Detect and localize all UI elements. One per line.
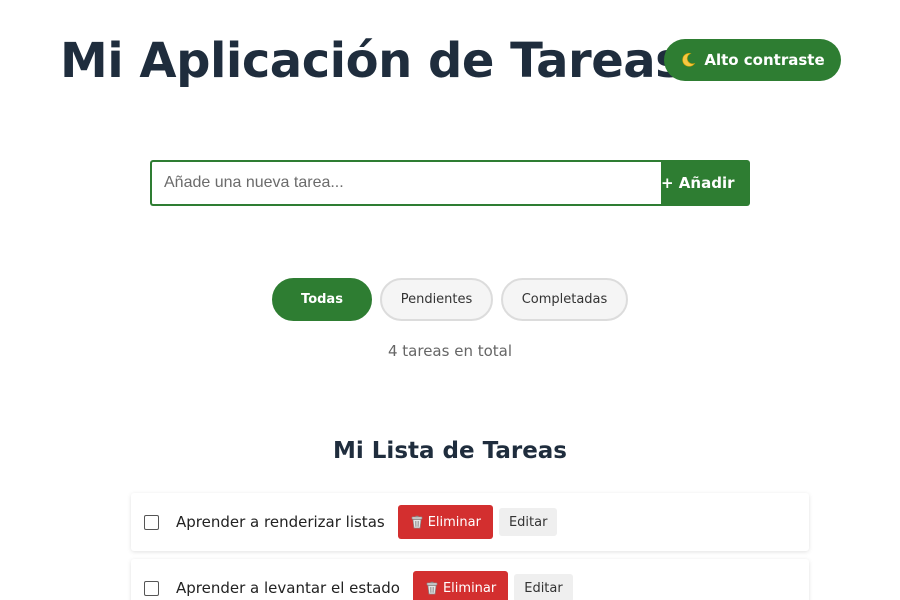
task-list-title: Mi Lista de Tareas bbox=[333, 438, 567, 464]
trash-icon bbox=[426, 581, 438, 595]
edit-task-button[interactable]: Editar bbox=[498, 508, 558, 536]
task-text: Aprender a renderizar listas bbox=[176, 513, 385, 531]
task-item: Aprender a renderizar listas Eliminar Ed… bbox=[131, 493, 809, 551]
high-contrast-label: Alto contraste bbox=[704, 51, 825, 69]
task-list: Aprender a renderizar listas Eliminar Ed… bbox=[131, 493, 809, 600]
add-task-form: + Añadir bbox=[150, 160, 750, 206]
task-text: Aprender a levantar el estado bbox=[176, 579, 400, 597]
filter-all-button[interactable]: Todas bbox=[272, 278, 372, 321]
task-item: Aprender a levantar el estado Eliminar E… bbox=[131, 559, 809, 600]
delete-label: Eliminar bbox=[427, 514, 481, 530]
filter-bar: Todas Pendientes Completadas bbox=[0, 278, 900, 321]
filter-pending-button[interactable]: Pendientes bbox=[380, 278, 493, 321]
moon-icon bbox=[682, 53, 696, 67]
new-task-input[interactable] bbox=[150, 160, 661, 206]
task-complete-checkbox[interactable] bbox=[144, 580, 159, 596]
add-task-button[interactable]: + Añadir bbox=[661, 160, 750, 206]
delete-label: Eliminar bbox=[442, 580, 497, 596]
task-complete-checkbox[interactable] bbox=[144, 514, 159, 530]
high-contrast-toggle-button[interactable]: Alto contraste bbox=[664, 39, 841, 81]
delete-task-button[interactable]: Eliminar bbox=[397, 505, 493, 539]
trash-icon bbox=[411, 515, 423, 529]
task-count: 4 tareas en total bbox=[387, 342, 513, 360]
app-page: Mi Aplicación de Tareas Alto contraste +… bbox=[0, 0, 900, 600]
edit-task-button[interactable]: Editar bbox=[514, 574, 573, 600]
filter-completed-button[interactable]: Completadas bbox=[501, 278, 628, 321]
page-title: Mi Aplicación de Tareas bbox=[60, 33, 684, 89]
delete-task-button[interactable]: Eliminar bbox=[412, 571, 509, 600]
